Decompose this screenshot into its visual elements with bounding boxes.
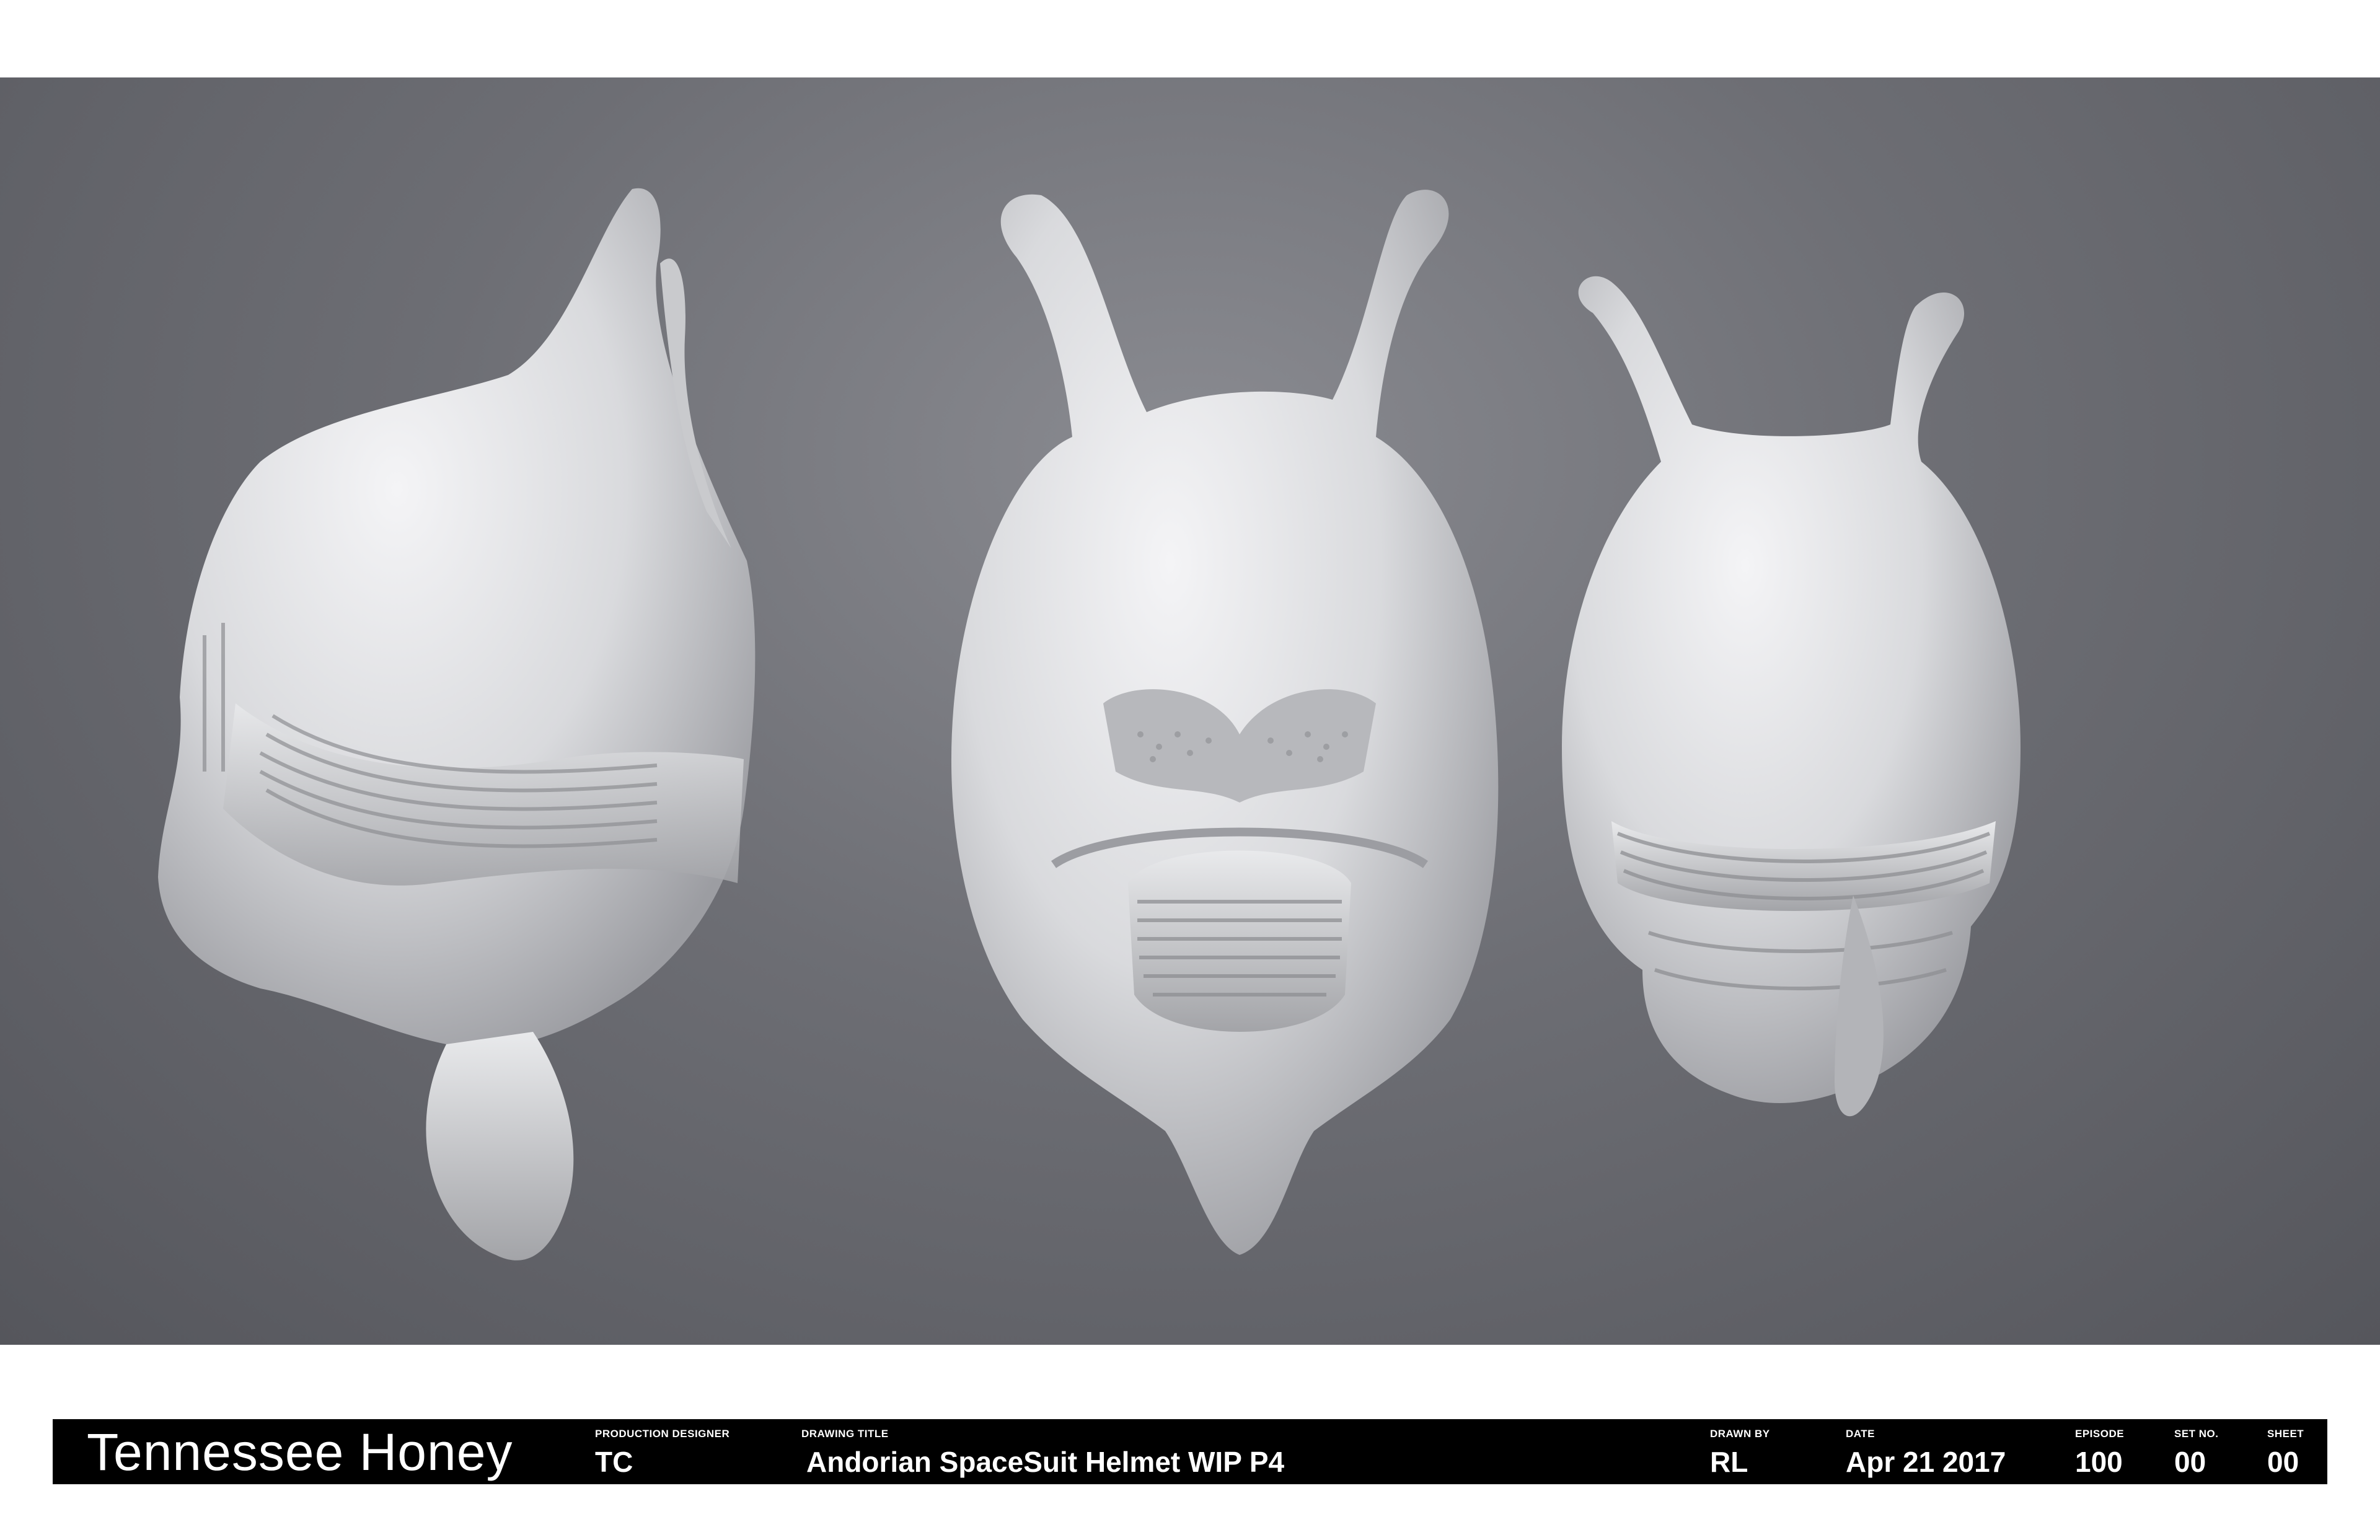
drawing-title-label: DRAWING TITLE xyxy=(801,1428,889,1440)
drawing-title-value: Andorian SpaceSuit Helmet WIP P4 xyxy=(806,1446,1285,1478)
episode-label: EPISODE xyxy=(2075,1428,2125,1440)
render-viewport xyxy=(0,77,2380,1345)
set-no-value: 00 xyxy=(2174,1446,2206,1478)
date-value: Apr 21 2017 xyxy=(1846,1446,2006,1478)
helmet-side-view xyxy=(158,188,756,1261)
drawn-by-value: RL xyxy=(1710,1446,1748,1478)
sheet-value: 00 xyxy=(2267,1446,2299,1478)
helmet-renders xyxy=(158,188,2021,1261)
title-block: Tennessee Honey PRODUCTION DESIGNER TC D… xyxy=(53,1419,2327,1484)
date-label: DATE xyxy=(1846,1428,1875,1440)
helmet-front-view xyxy=(951,190,1499,1256)
helmet-back-view xyxy=(1562,276,2021,1117)
project-name: Tennessee Honey xyxy=(87,1423,513,1481)
episode-value: 100 xyxy=(2075,1446,2123,1478)
set-no-label: SET NO. xyxy=(2174,1428,2219,1440)
production-designer-label: PRODUCTION DESIGNER xyxy=(595,1428,730,1440)
drawn-by-label: DRAWN BY xyxy=(1710,1428,1770,1440)
sheet-label: SHEET xyxy=(2267,1428,2304,1440)
production-designer-value: TC xyxy=(595,1446,633,1478)
